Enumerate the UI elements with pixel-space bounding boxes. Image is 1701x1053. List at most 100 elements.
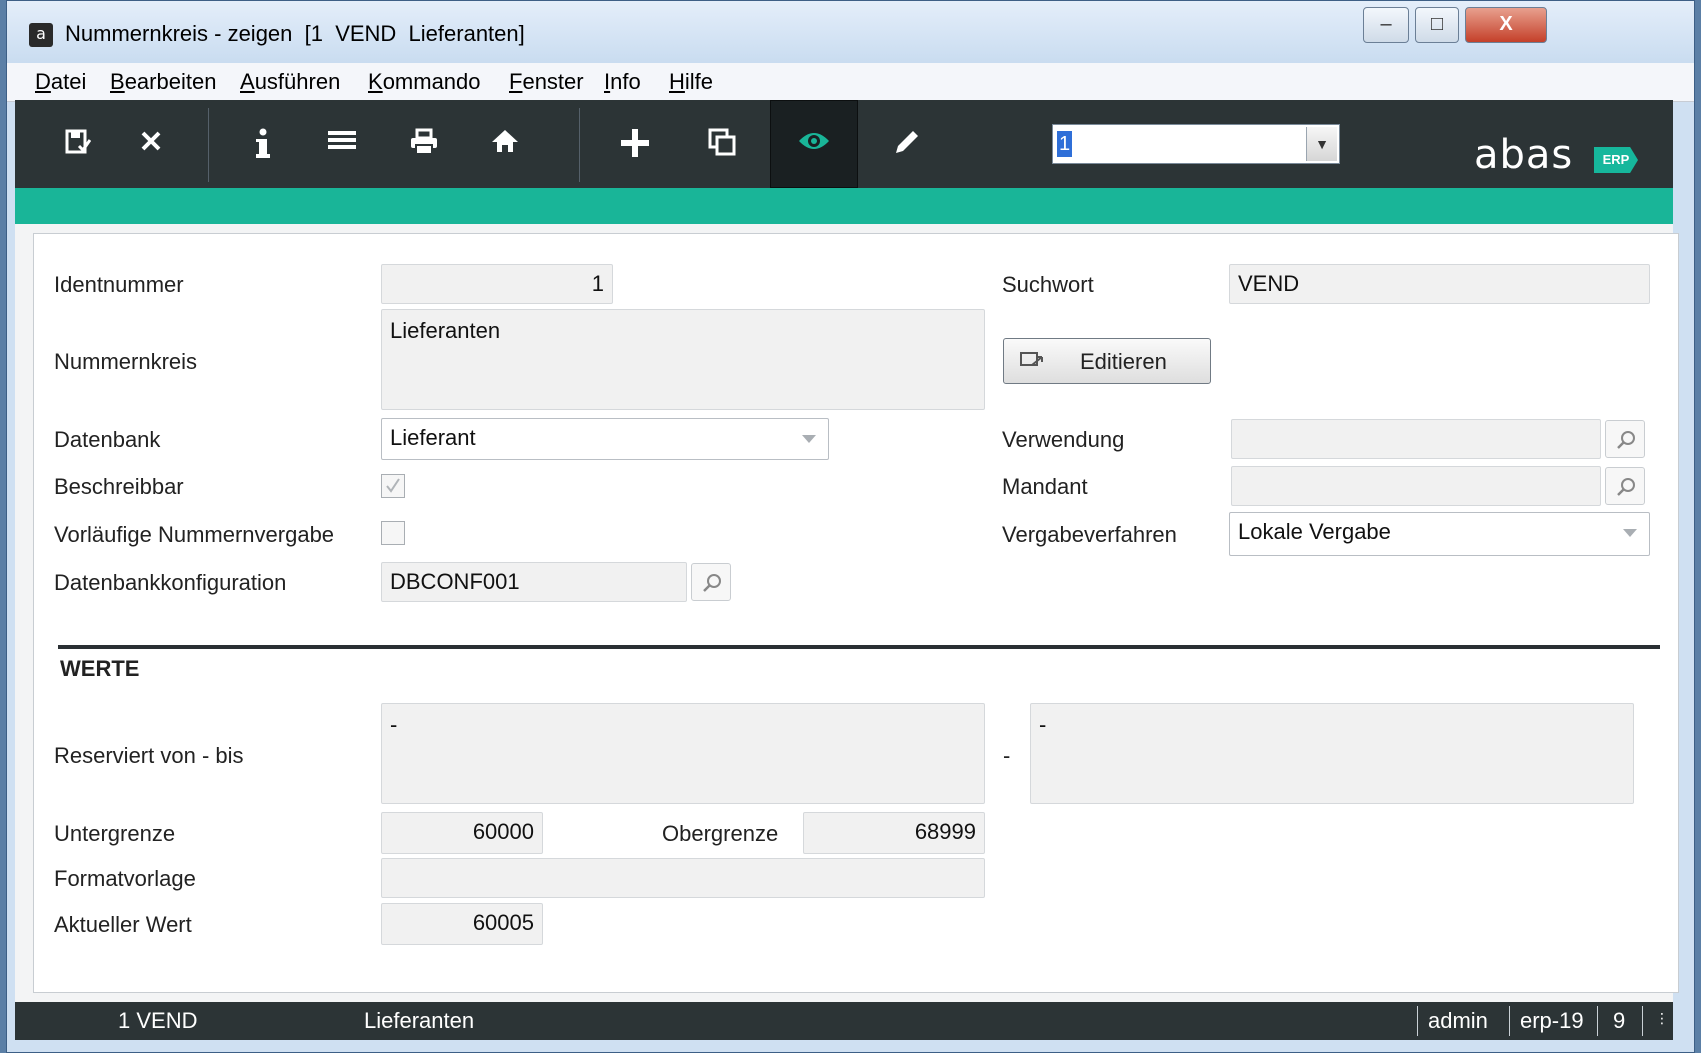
erp-badge: ERP <box>1594 147 1638 173</box>
formatvorlage-label: Formatvorlage <box>54 866 196 891</box>
edit-window-icon <box>1020 352 1043 366</box>
toolbar-separator <box>208 108 209 182</box>
verwendung-search-button[interactable] <box>1605 420 1645 458</box>
app-icon: a <box>29 23 53 47</box>
vorlaeufig-checkbox[interactable] <box>381 521 405 545</box>
list-icon <box>328 131 356 149</box>
info-icon <box>256 128 270 158</box>
add-button[interactable] <box>601 100 669 188</box>
suchwort-field[interactable]: VEND <box>1229 264 1650 304</box>
vergabeverfahren-value: Lokale Vergabe <box>1238 519 1391 544</box>
status-count: 9 <box>1613 1008 1626 1033</box>
status-separator <box>1597 1006 1598 1036</box>
save-icon <box>65 129 92 154</box>
print-icon <box>411 128 437 155</box>
reserviert-label: Reserviert von - bis <box>54 743 244 768</box>
verwendung-field[interactable] <box>1231 419 1601 459</box>
menu-bar: Datei Bearbeiten Ausführen Kommando Fens… <box>7 63 1694 102</box>
datenbank-label: Datenbank <box>54 427 161 452</box>
formatvorlage-field[interactable] <box>381 858 985 898</box>
save-button[interactable] <box>44 100 112 188</box>
cancel-button[interactable] <box>117 100 185 188</box>
section-divider <box>58 645 1660 649</box>
toolbar-separator <box>579 108 580 182</box>
vergabeverfahren-select[interactable]: Lokale Vergabe <box>1229 512 1650 556</box>
dbconfig-label: Datenbankkonfiguration <box>54 570 287 595</box>
reserviert-von-field[interactable]: - <box>381 703 985 804</box>
datenbank-select[interactable]: Lieferant <box>381 418 829 460</box>
abas-logo: abas <box>1474 132 1574 178</box>
datenbank-value: Lieferant <box>390 425 476 450</box>
status-name: Lieferanten <box>364 1008 475 1033</box>
maximize-button[interactable]: □ <box>1415 7 1459 43</box>
editieren-button[interactable]: Editieren <box>1003 338 1211 384</box>
reserviert-bis-field[interactable]: - <box>1030 703 1634 804</box>
vorlaeufig-label: Vorläufige Nummernvergabe <box>54 522 335 547</box>
aktueller-wert-label: Aktueller Wert <box>54 912 192 937</box>
close-window-button[interactable]: X <box>1465 7 1547 43</box>
home-icon <box>492 130 518 152</box>
chevron-down-icon <box>1623 529 1637 537</box>
menu-bearbeiten[interactable]: Bearbeiten <box>110 69 216 95</box>
chevron-down-icon <box>802 435 816 443</box>
menu-kommando[interactable]: Kommando <box>368 69 481 95</box>
resize-grip-icon[interactable]: ⋮ <box>1655 1010 1669 1027</box>
chevron-down-icon[interactable]: ▼ <box>1306 127 1337 161</box>
dbconfig-search-button[interactable] <box>691 563 731 601</box>
copy-icon <box>708 128 736 156</box>
add-icon <box>621 129 649 157</box>
menu-fenster[interactable]: Fenster <box>509 69 584 95</box>
accent-bar <box>15 188 1673 224</box>
status-separator <box>1509 1006 1510 1036</box>
editieren-label: Editieren <box>1080 349 1167 374</box>
suchwort-label: Suchwort <box>1002 272 1094 297</box>
menu-hilfe[interactable]: Hilfe <box>669 69 713 95</box>
status-bar: 1 VEND Lieferanten admin erp-19 9 ⋮ <box>15 1002 1673 1040</box>
home-button[interactable] <box>471 100 539 188</box>
checkmark-icon <box>386 478 400 493</box>
info-button[interactable] <box>229 100 297 188</box>
print-button[interactable] <box>390 100 458 188</box>
record-combo-value: 1 <box>1057 131 1073 157</box>
aktueller-wert-field[interactable]: 60005 <box>381 903 543 945</box>
untergrenze-field[interactable]: 60000 <box>381 812 543 854</box>
untergrenze-label: Untergrenze <box>54 821 176 846</box>
mandant-field[interactable] <box>1231 466 1601 506</box>
beschreibbar-label: Beschreibbar <box>54 474 184 499</box>
search-icon <box>1617 478 1635 496</box>
window-title: Nummernkreis - zeigen [1 VEND Lieferante… <box>65 21 525 46</box>
identnummer-field[interactable]: 1 <box>381 264 613 304</box>
search-icon <box>1617 431 1635 449</box>
menu-ausfuehren[interactable]: Ausführen <box>240 69 340 95</box>
nummernkreis-label: Nummernkreis <box>54 349 198 374</box>
minimize-button[interactable]: – <box>1363 7 1409 43</box>
nummernkreis-field[interactable]: Lieferanten <box>381 309 985 410</box>
dbconfig-field[interactable]: DBCONF001 <box>381 562 687 602</box>
status-separator <box>1417 1006 1418 1036</box>
list-button[interactable] <box>308 100 376 188</box>
identnummer-label: Identnummer <box>54 272 184 297</box>
menu-datei[interactable]: Datei <box>35 69 86 95</box>
status-server: erp-19 <box>1520 1008 1584 1033</box>
edit-button[interactable] <box>873 100 941 188</box>
verwendung-label: Verwendung <box>1002 427 1125 452</box>
mandant-label: Mandant <box>1002 474 1088 499</box>
vergabeverfahren-label: Vergabeverfahren <box>1002 522 1177 547</box>
search-icon <box>703 574 721 592</box>
obergrenze-field[interactable]: 68999 <box>803 812 985 854</box>
beschreibbar-checkbox[interactable] <box>381 474 405 498</box>
record-combo[interactable]: 1 ▼ <box>1052 124 1340 164</box>
werte-heading: WERTE <box>60 656 140 681</box>
view-button[interactable] <box>770 100 858 188</box>
status-separator <box>1642 1006 1643 1036</box>
title-bar: a Nummernkreis - zeigen [1 VEND Lieferan… <box>7 1 1694 63</box>
close-icon <box>141 131 161 151</box>
mandant-search-button[interactable] <box>1605 467 1645 505</box>
menu-info[interactable]: Info <box>604 69 641 95</box>
obergrenze-label: Obergrenze <box>662 821 779 846</box>
reserviert-separator: - <box>1003 743 1011 768</box>
status-user: admin <box>1428 1008 1488 1033</box>
toolbar <box>15 100 1673 188</box>
status-record: 1 VEND <box>118 1008 198 1033</box>
copy-button[interactable] <box>688 100 756 188</box>
